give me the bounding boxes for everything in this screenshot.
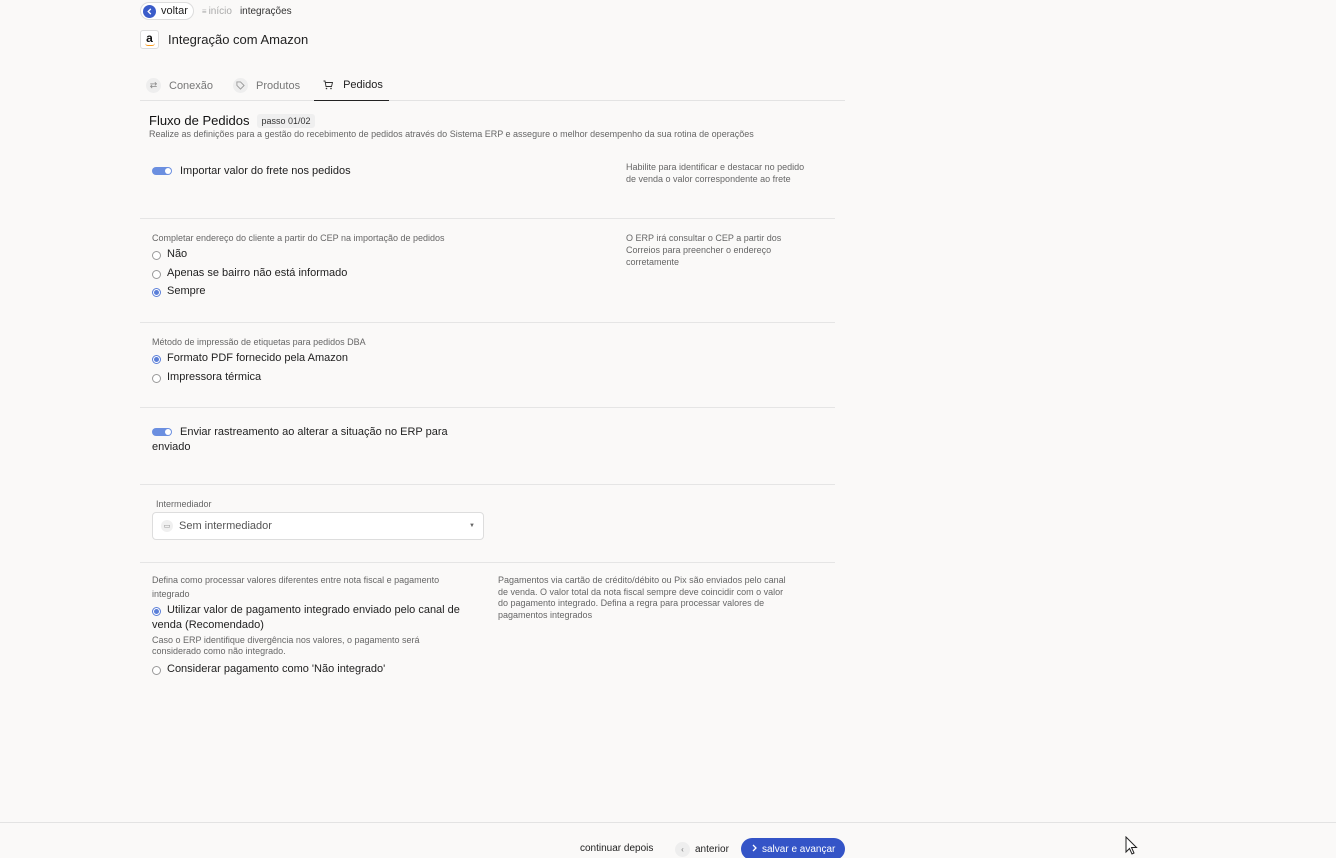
payment-label-line1: Defina como processar valores diferentes… — [152, 575, 440, 585]
tab-produtos[interactable]: Produtos — [227, 70, 306, 101]
divider — [140, 562, 835, 563]
tab-conexao[interactable]: ⇄ Conexão — [140, 70, 219, 101]
tab-label: Conexão — [169, 79, 214, 92]
freight-option: Importar valor do frete nos pedidos — [152, 165, 351, 177]
radio-button[interactable] — [152, 666, 161, 675]
payment-help-line1: Pagamentos via cartão de crédito/débito … — [498, 575, 786, 585]
divider — [140, 484, 835, 485]
chevron-left-icon: ‹ — [675, 841, 690, 857]
payment-label-line2: integrado — [152, 589, 190, 599]
tracking-toggle[interactable] — [152, 428, 172, 436]
payment-help-line2: de venda. O valor total da nota fiscal s… — [498, 586, 784, 597]
amazon-smile-icon — [145, 43, 155, 46]
save-and-continue-button[interactable]: salvar e avançar — [741, 838, 845, 858]
radio-button[interactable] — [152, 251, 161, 260]
intermediary-label: Intermediador — [156, 499, 212, 509]
payment-help-line4: pagamentos integrados — [498, 609, 593, 620]
breadcrumb-home-label: início — [208, 5, 232, 17]
breadcrumb-home[interactable]: ≡ início — [202, 6, 232, 17]
freight-toggle[interactable] — [152, 167, 172, 175]
menu-icon: ≡ — [201, 6, 207, 16]
payment-help-line3: do pagamento integrado. Defina a regra p… — [498, 598, 765, 608]
continue-later-button[interactable]: continuar depois — [580, 843, 653, 854]
card-icon: ▭ — [161, 520, 173, 532]
labels-option-pdf[interactable]: Formato PDF fornecido pela Amazon — [152, 352, 348, 364]
breadcrumb-current: integrações — [239, 5, 292, 17]
radio-label: Não — [167, 248, 188, 260]
intermediary-value: Sem intermediador — [179, 520, 272, 532]
flow-heading: Fluxo de Pedidos passo 01/02 — [149, 113, 315, 128]
arrows-exchange-icon: ⇄ — [146, 78, 161, 93]
radio-button-selected[interactable] — [152, 355, 161, 364]
payment-option1-line2: venda (Recomendado) — [152, 619, 264, 631]
mouse-cursor-icon — [1125, 835, 1139, 858]
flow-description: Realize as definições para a gestão do r… — [149, 129, 754, 139]
radio-button[interactable] — [152, 374, 161, 383]
payment-note-line1: Caso o ERP identifique divergência nos v… — [152, 635, 420, 645]
freight-label: Importar valor do frete nos pedidos — [180, 165, 351, 177]
chevron-right-icon — [751, 844, 758, 855]
radio-button[interactable] — [152, 270, 161, 279]
tab-label: Produtos — [256, 79, 301, 92]
tracking-label-line1: Enviar rastreamento ao alterar a situaçã… — [180, 426, 448, 438]
cart-icon — [320, 78, 335, 93]
address-help: O ERP irá consultar o CEP a partir dos C… — [626, 233, 782, 267]
radio-label: Formato PDF fornecido pela Amazon — [167, 352, 348, 364]
previous-button[interactable]: ‹ anterior — [675, 840, 729, 858]
address-section-label: Completar endereço do cliente a partir d… — [152, 233, 445, 243]
page-header: a Integração com Amazon — [140, 30, 308, 49]
back-button-label: voltar — [161, 5, 188, 17]
freight-help: Habilite para identificar e destacar no … — [626, 162, 805, 184]
tab-pedidos[interactable]: Pedidos — [314, 70, 389, 101]
radio-label: Impressora térmica — [167, 371, 262, 383]
tracking-option: Enviar rastreamento ao alterar a situaçã… — [152, 426, 448, 438]
radio-button-selected[interactable] — [152, 288, 161, 297]
intermediary-select[interactable]: ▭ Sem intermediador ▼ — [152, 512, 484, 540]
page-title: Integração com Amazon — [168, 32, 309, 47]
chevron-left-icon — [143, 4, 156, 18]
chevron-down-icon: ▼ — [469, 523, 475, 529]
radio-button-selected[interactable] — [152, 607, 161, 616]
back-button[interactable]: voltar — [140, 2, 194, 20]
amazon-logo: a — [140, 30, 159, 49]
payment-option-not-integrated[interactable]: Considerar pagamento como 'Não integrado… — [152, 663, 385, 675]
divider — [140, 322, 835, 323]
top-navigation: voltar ≡ início integrações — [140, 2, 292, 20]
radio-label: Considerar pagamento como 'Não integrado… — [167, 663, 386, 675]
flow-title: Fluxo de Pedidos — [149, 113, 250, 128]
address-option-bairro[interactable]: Apenas se bairro não está informado — [152, 267, 347, 279]
radio-label: Sempre — [167, 285, 206, 297]
payment-note-line2: considerado como não integrado. — [152, 646, 286, 656]
step-badge: passo 01/02 — [257, 113, 315, 128]
radio-label: Apenas se bairro não está informado — [167, 267, 348, 279]
address-option-nao[interactable]: Não — [152, 248, 187, 260]
divider — [140, 218, 835, 219]
labels-section-label: Método de impressão de etiquetas para pe… — [152, 337, 366, 347]
tag-icon — [233, 78, 249, 93]
radio-label: Utilizar valor de pagamento integrado en… — [167, 604, 460, 616]
tab-bar: ⇄ Conexão Produtos Pedidos — [140, 70, 845, 101]
tab-label: Pedidos — [343, 79, 383, 91]
divider — [140, 407, 835, 408]
previous-label: anterior — [695, 843, 729, 855]
payment-option-integrated[interactable]: Utilizar valor de pagamento integrado en… — [152, 604, 460, 616]
labels-option-thermal[interactable]: Impressora térmica — [152, 371, 261, 383]
save-label: salvar e avançar — [762, 843, 836, 855]
address-option-sempre[interactable]: Sempre — [152, 285, 206, 297]
tracking-label-line2: enviado — [152, 441, 191, 453]
